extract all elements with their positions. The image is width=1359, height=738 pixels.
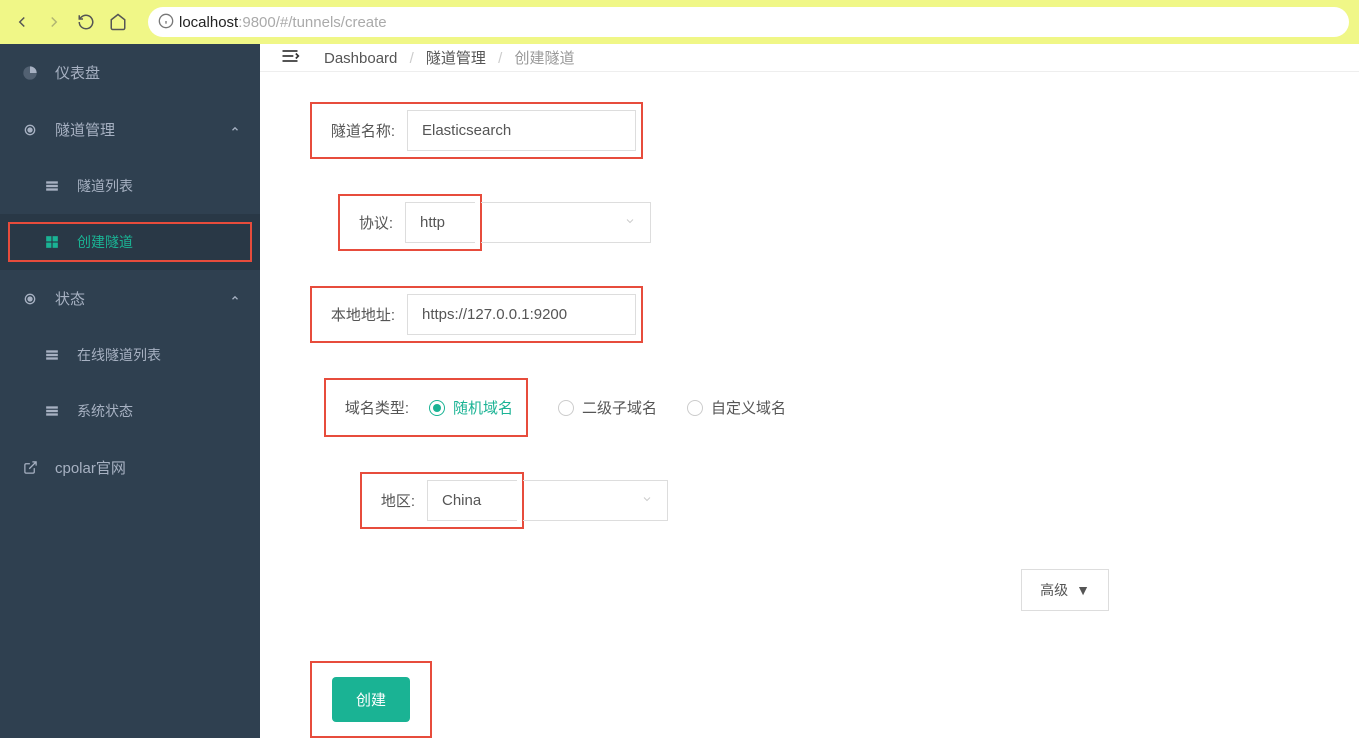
chevron-down-icon xyxy=(624,214,636,231)
radio-random-domain[interactable]: 随机域名 xyxy=(421,386,521,429)
cog-icon xyxy=(20,122,40,138)
region-group: 地区: China xyxy=(360,472,524,529)
sidebar-item-tunnel-list[interactable]: 隧道列表 xyxy=(0,158,260,214)
protocol-select[interactable] xyxy=(481,202,651,243)
url-bar[interactable]: localhost:9800/#/tunnels/create xyxy=(148,7,1349,37)
breadcrumb-current: 创建隧道 xyxy=(514,50,574,67)
region-value: China xyxy=(427,480,517,521)
main-content: Dashboard / 隧道管理 / 创建隧道 隧道名称: 协议: http xyxy=(260,44,1359,738)
chevron-down-icon xyxy=(641,492,653,509)
domain-type-group: 域名类型: 随机域名 xyxy=(324,378,528,437)
advanced-button[interactable]: 高级 ▼ xyxy=(1021,569,1109,611)
caret-down-icon: ▼ xyxy=(1076,582,1090,598)
sidebar-item-online-tunnels[interactable]: 在线隧道列表 xyxy=(0,327,260,383)
local-addr-group: 本地地址: xyxy=(310,286,643,343)
local-addr-label: 本地地址: xyxy=(317,304,407,325)
sidebar-item-label: 隧道列表 xyxy=(77,176,133,196)
menu-toggle-button[interactable] xyxy=(280,46,304,70)
breadcrumb-link[interactable]: 隧道管理 xyxy=(426,50,486,67)
radio-custom-domain[interactable]: 自定义域名 xyxy=(687,397,786,418)
tunnel-name-input[interactable] xyxy=(407,110,636,151)
sidebar-item-label: cpolar官网 xyxy=(55,457,240,478)
region-select[interactable] xyxy=(523,480,668,521)
form-area: 隧道名称: 协议: http xyxy=(260,72,1359,641)
sidebar-item-label: 隧道管理 xyxy=(55,119,230,140)
browser-bar: localhost:9800/#/tunnels/create xyxy=(0,0,1359,44)
create-button[interactable]: 创建 xyxy=(332,677,410,722)
sidebar-item-status[interactable]: 状态 xyxy=(0,270,260,327)
tunnel-name-group: 隧道名称: xyxy=(310,102,643,159)
topbar: Dashboard / 隧道管理 / 创建隧道 xyxy=(260,44,1359,72)
tunnel-name-label: 隧道名称: xyxy=(317,120,407,141)
local-addr-input[interactable] xyxy=(407,294,636,335)
info-icon xyxy=(158,13,174,32)
sidebar-item-label: 状态 xyxy=(55,288,230,309)
sidebar-item-cpolar-site[interactable]: cpolar官网 xyxy=(0,439,260,496)
breadcrumb: Dashboard / 隧道管理 / 创建隧道 xyxy=(324,47,574,68)
sidebar-item-system-status[interactable]: 系统状态 xyxy=(0,383,260,439)
table-icon xyxy=(42,348,62,362)
sidebar: 仪表盘 隧道管理 隧道列表 创建隧道 xyxy=(0,44,260,738)
table-icon xyxy=(42,179,62,193)
sidebar-item-label: 系统状态 xyxy=(77,401,133,421)
domain-type-label: 域名类型: xyxy=(331,397,421,418)
chevron-up-icon xyxy=(230,292,240,306)
grid-icon xyxy=(42,235,62,249)
sidebar-item-label: 创建隧道 xyxy=(77,232,133,252)
dashboard-icon xyxy=(20,65,40,81)
url-text: localhost:9800/#/tunnels/create xyxy=(179,14,387,31)
protocol-group: 协议: http xyxy=(338,194,482,251)
table-icon xyxy=(42,404,62,418)
sidebar-item-dashboard[interactable]: 仪表盘 xyxy=(0,44,260,101)
radio-icon xyxy=(558,400,574,416)
sidebar-item-label: 在线隧道列表 xyxy=(77,345,161,365)
reload-button[interactable] xyxy=(74,10,98,34)
external-link-icon xyxy=(20,460,40,475)
back-button[interactable] xyxy=(10,10,34,34)
sidebar-item-tunnel-mgmt[interactable]: 隧道管理 xyxy=(0,101,260,158)
submit-group: 创建 xyxy=(310,661,432,738)
breadcrumb-link[interactable]: Dashboard xyxy=(324,50,397,67)
radio-icon xyxy=(429,400,445,416)
protocol-value: http xyxy=(405,202,475,243)
region-label: 地区: xyxy=(367,490,427,511)
home-button[interactable] xyxy=(106,10,130,34)
sidebar-item-tunnel-create[interactable]: 创建隧道 xyxy=(0,214,260,270)
radio-subdomain[interactable]: 二级子域名 xyxy=(558,397,657,418)
radio-icon xyxy=(687,400,703,416)
forward-button[interactable] xyxy=(42,10,66,34)
chevron-up-icon xyxy=(230,123,240,137)
sidebar-item-label: 仪表盘 xyxy=(55,62,240,83)
cog-icon xyxy=(20,291,40,307)
protocol-label: 协议: xyxy=(345,212,405,233)
